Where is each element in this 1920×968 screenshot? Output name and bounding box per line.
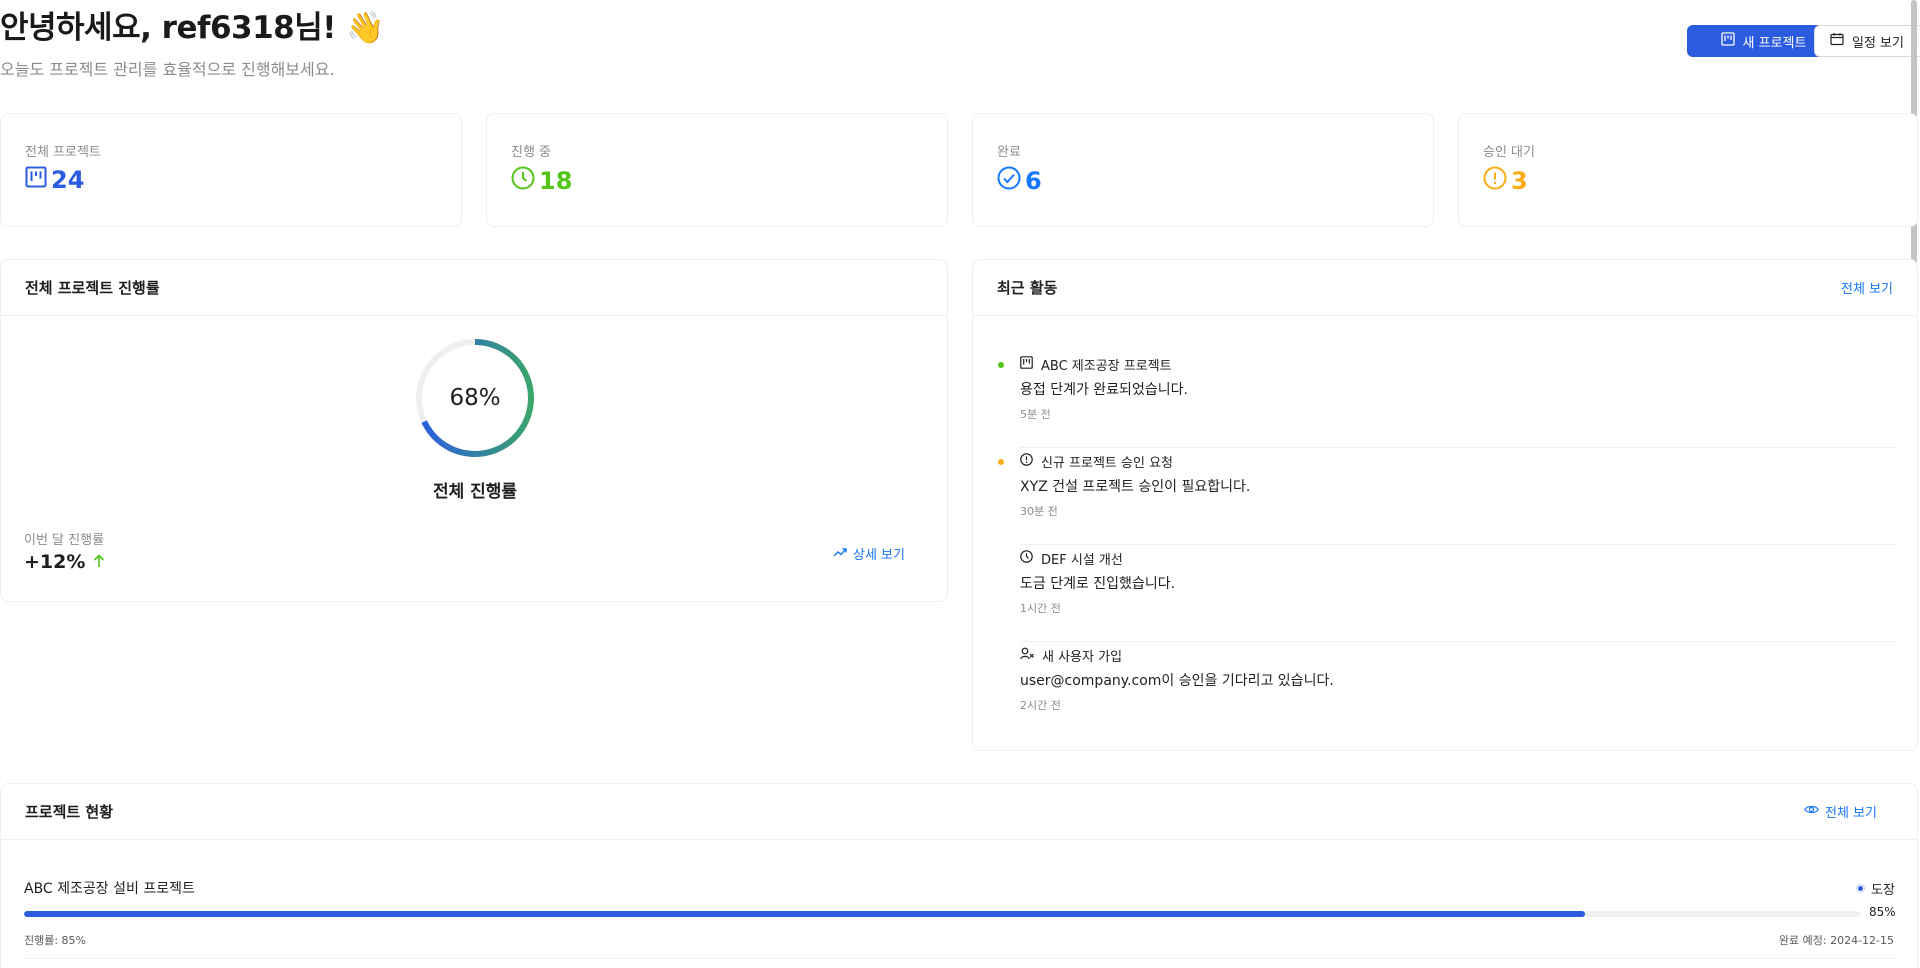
status-dot: [998, 459, 1004, 465]
stat-label: 전체 프로젝트: [25, 145, 101, 160]
activity-time: 1시간 전: [1020, 602, 1061, 615]
schedule-label: 일정 보기: [1852, 35, 1904, 51]
activity-title: ABC 제조공장 프로젝트: [1041, 359, 1172, 374]
stat-card-pending: 승인 대기 3: [1458, 113, 1918, 227]
activity-title-row: 새 사용자 가입: [1020, 646, 1122, 665]
activity-time: 30분 전: [1020, 505, 1058, 518]
stat-value: 6: [1025, 167, 1042, 195]
project-progress-bar: [24, 911, 1860, 917]
project-progress-fill: [24, 911, 1585, 917]
stat-card-total: 전체 프로젝트 24: [0, 113, 462, 227]
activity-item[interactable]: DEF 시설 개선 도금 단계로 진입했습니다. 1시간 전: [1020, 545, 1894, 642]
card-title: 최근 활동: [997, 279, 1058, 297]
activity-title: 새 사용자 가입: [1042, 650, 1123, 665]
month-progress-label: 이번 달 진행률: [24, 533, 105, 548]
project-progress-percent: 85%: [1869, 905, 1896, 919]
detail-view-link[interactable]: 상세 보기: [833, 544, 905, 563]
card-header: 최근 활동 전체 보기: [973, 260, 1917, 316]
activity-title: 신규 프로젝트 승인 요청: [1041, 456, 1173, 471]
stat-value-row: 24: [25, 166, 84, 194]
trend-up-icon: [833, 546, 847, 562]
arrow-up-icon: [93, 551, 105, 573]
progress-caption: 전체 진행률: [432, 482, 518, 502]
card-title: 프로젝트 현황: [25, 803, 114, 821]
activity-view-all-link[interactable]: 전체 보기: [1841, 278, 1893, 297]
clock-icon: [1020, 550, 1033, 567]
activity-item[interactable]: 새 사용자 가입 user@company.com이 승인을 기다리고 있습니다…: [1020, 642, 1894, 739]
card-header: 프로젝트 현황 전체 보기: [1, 784, 1917, 840]
detail-view-label: 상세 보기: [853, 548, 905, 563]
calendar-icon: [1830, 32, 1844, 50]
activity-title-row: 신규 프로젝트 승인 요청: [1020, 452, 1173, 471]
check-circle-icon: [997, 166, 1021, 196]
projects-view-all-link[interactable]: 전체 보기: [1804, 802, 1877, 821]
project-status-card: 프로젝트 현황 전체 보기: [0, 783, 1918, 968]
stat-card-in-progress: 진행 중 18: [486, 113, 948, 227]
exclamation-circle-icon: [1020, 453, 1033, 470]
card-title: 전체 프로젝트 진행률: [25, 279, 160, 297]
stage-dot-icon: [1856, 884, 1865, 893]
activity-description: user@company.com이 승인을 기다리고 있습니다.: [1020, 673, 1334, 689]
stat-value: 24: [51, 166, 85, 194]
project-icon: [1020, 356, 1033, 373]
greeting-subtitle: 오늘도 프로젝트 관리를 효율적으로 진행해보세요.: [0, 60, 335, 79]
schedule-button[interactable]: 일정 보기: [1814, 25, 1920, 57]
progress-ring: 68%: [413, 336, 537, 460]
project-stage-label: 도장: [1871, 883, 1895, 898]
activity-time: 5분 전: [1020, 408, 1051, 421]
stat-value-row: 6: [997, 166, 1042, 196]
projects-view-all-label: 전체 보기: [1825, 806, 1877, 821]
project-name: ABC 제조공장 설비 프로젝트: [24, 881, 195, 897]
month-progress-value-row: +12%: [24, 551, 105, 573]
greeting-title: 안녕하세요, ref6318님! 👋: [0, 10, 385, 46]
stat-value-row: 3: [1483, 166, 1528, 196]
stat-value-row: 18: [511, 166, 572, 196]
stat-label: 승인 대기: [1483, 145, 1535, 160]
project-icon: [25, 166, 47, 194]
project-stage: 도장: [1856, 879, 1895, 898]
divider: [24, 958, 1894, 959]
activity-description: XYZ 건설 프로젝트 승인이 필요합니다.: [1020, 479, 1251, 495]
status-dot: [998, 362, 1004, 368]
month-progress-value: +12%: [24, 551, 86, 573]
stat-value: 18: [539, 167, 573, 195]
activity-time: 2시간 전: [1020, 699, 1061, 712]
progress-percent: 68%: [449, 385, 501, 411]
activity-description: 용접 단계가 완료되었습니다.: [1020, 382, 1188, 398]
user-add-icon: [1020, 647, 1034, 664]
exclamation-circle-icon: [1483, 166, 1507, 196]
activity-description: 도금 단계로 진입했습니다.: [1020, 576, 1176, 592]
new-project-label: 새 프로젝트: [1742, 35, 1807, 51]
stat-label: 진행 중: [511, 145, 552, 160]
activity-title-row: ABC 제조공장 프로젝트: [1020, 355, 1172, 374]
stat-value: 3: [1511, 167, 1528, 195]
project-icon: [1720, 32, 1735, 50]
project-progress-text: 진행률: 85%: [24, 934, 87, 947]
stat-label: 완료: [997, 145, 1021, 160]
activity-item[interactable]: 신규 프로젝트 승인 요청 XYZ 건설 프로젝트 승인이 필요합니다. 30분…: [998, 448, 1894, 545]
eye-icon: [1804, 804, 1819, 819]
clock-icon: [511, 166, 535, 196]
activity-title-row: DEF 시설 개선: [1020, 549, 1123, 568]
activity-item[interactable]: ABC 제조공장 프로젝트 용접 단계가 완료되었습니다. 5분 전: [998, 351, 1894, 448]
activity-title: DEF 시설 개선: [1041, 553, 1123, 568]
card-header: 전체 프로젝트 진행률: [1, 260, 947, 316]
project-due-date: 완료 예정: 2024-12-15: [1778, 934, 1894, 947]
stat-card-done: 완료 6: [972, 113, 1434, 227]
